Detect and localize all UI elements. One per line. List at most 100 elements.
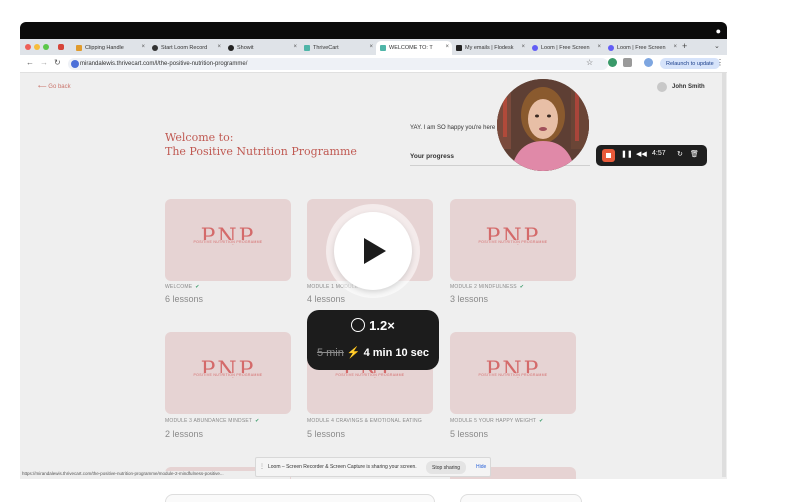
module-label-text: WELCOME (165, 284, 193, 290)
tab-loom-2[interactable]: Loom | Free Screen × (604, 41, 680, 55)
tab-close-icon[interactable]: × (369, 44, 373, 50)
module-label-text: MODULE 3 ABUNDANCE MINDSET (165, 418, 253, 424)
background-card (165, 494, 435, 502)
site-info-icon[interactable] (71, 60, 79, 68)
tab-close-icon[interactable]: × (141, 44, 145, 50)
tab-favicon-icon (456, 45, 462, 51)
relaunch-label: Relaunch to update (666, 60, 714, 67)
original-duration: 5 min (316, 347, 344, 359)
tab-start-loom[interactable]: Start Loom Record × (148, 41, 224, 55)
lesson-count: 5 lessons (450, 429, 489, 439)
restart-icon[interactable]: ↻ (677, 150, 683, 158)
tab-bar: Clipping Handle × Start Loom Record × Sh… (20, 39, 727, 55)
module-card-5[interactable]: PNP POSITIVE NUTRITION PROGRAMME (450, 332, 576, 414)
minimize-window-button[interactable] (34, 44, 40, 50)
drag-handle-icon[interactable]: ⋮ (259, 463, 265, 470)
profile-avatar-icon[interactable] (644, 58, 653, 67)
page-scrollbar[interactable] (722, 72, 726, 477)
trash-icon[interactable]: 🗑 (690, 150, 699, 158)
new-tab-icon[interactable]: + (682, 41, 687, 51)
tab-label: Loom | Free Screen (617, 45, 666, 51)
stop-recording-button[interactable] (602, 149, 615, 162)
tab-clipping-handle[interactable]: Clipping Handle × (72, 41, 148, 55)
tab-favicon-icon (304, 45, 310, 51)
lightning-icon: ⚡ (346, 347, 361, 359)
reload-icon[interactable]: ↻ (54, 58, 61, 67)
bookmark-star-icon[interactable]: ☆ (586, 58, 593, 67)
title-line-2: The Positive Nutrition Programme (165, 145, 357, 158)
url-field[interactable]: mirandalewis.thrivecart.com/l/the-positi… (68, 58, 608, 70)
url-text: mirandalewis.thrivecart.com/l/the-positi… (80, 61, 248, 67)
pnp-logo-subtitle: POSITIVE NUTRITION PROGRAMME (165, 373, 291, 377)
maximize-window-button[interactable] (43, 44, 49, 50)
tab-label: My emails | Flodesk (465, 45, 514, 51)
pause-icon[interactable]: ❚❚ (621, 150, 633, 158)
page-title: Welcome to: The Positive Nutrition Progr… (165, 131, 357, 159)
background-card (460, 494, 582, 502)
pnp-logo: PNP (200, 358, 256, 383)
module-card-3[interactable]: PNP POSITIVE NUTRITION PROGRAMME (165, 332, 291, 414)
tab-loom-1[interactable]: Loom | Free Screen × (528, 41, 604, 55)
recording-toolbar: ❚❚ ◀◀ 4:57 ↻ 🗑 (596, 145, 707, 166)
check-icon: ✔ (539, 418, 544, 424)
tab-close-icon[interactable]: × (597, 44, 601, 50)
go-back-link[interactable]: ⟵ Go back (38, 83, 71, 90)
pnp-logo: PNP (200, 225, 256, 250)
play-button[interactable] (334, 212, 412, 290)
screen-share-notification: ⋮ Loom – Screen Recorder & Screen Captur… (255, 457, 491, 477)
module-card-welcome[interactable]: PNP POSITIVE NUTRITION PROGRAMME (165, 199, 291, 281)
stop-sharing-label: Stop sharing (432, 464, 461, 471)
lesson-count: 3 lessons (450, 294, 489, 304)
tab-label: Loom | Free Screen (541, 45, 590, 51)
pnp-logo-subtitle: POSITIVE NUTRITION PROGRAMME (165, 240, 291, 244)
time-saved-row: 5 min ⚡ 4 min 10 sec (307, 346, 439, 359)
tab-label: Showit (237, 45, 254, 51)
hide-link[interactable]: Hide (476, 464, 486, 470)
module-label-text: MODULE 5 YOUR HAPPY WEIGHT (450, 418, 537, 424)
tab-close-icon[interactable]: × (293, 44, 297, 50)
tab-favicon-icon (532, 45, 538, 51)
speed-value: 1.2× (369, 318, 395, 333)
tab-label: WELCOME TO: T (389, 45, 433, 51)
tab-close-icon[interactable]: × (521, 44, 525, 50)
stop-sharing-button[interactable]: Stop sharing (426, 461, 467, 474)
module-card-2[interactable]: PNP POSITIVE NUTRITION PROGRAMME (450, 199, 576, 281)
tab-search-chevron-icon[interactable]: ⌄ (714, 42, 720, 50)
recording-timer: 4:57 (652, 150, 666, 157)
pnp-logo-subtitle: POSITIVE NUTRITION PROGRAMME (307, 373, 433, 377)
tab-flodesk[interactable]: My emails | Flodesk × (452, 41, 528, 55)
relaunch-button[interactable]: Relaunch to update (660, 58, 720, 69)
tab-close-icon[interactable]: × (445, 44, 449, 50)
pnp-logo-subtitle: POSITIVE NUTRITION PROGRAMME (450, 373, 576, 377)
tab-label: Start Loom Record (161, 45, 208, 51)
user-menu[interactable]: John Smith (657, 82, 705, 92)
pnp-logo-subtitle: POSITIVE NUTRITION PROGRAMME (450, 240, 576, 244)
tab-close-icon[interactable]: × (673, 44, 677, 50)
speed-icon (351, 318, 366, 332)
webcam-bubble[interactable] (497, 79, 589, 171)
module-label: MODULE 2 MINDFULNESS ✔ (450, 284, 524, 290)
close-window-button[interactable] (25, 44, 31, 50)
tab-showit[interactable]: Showit × (224, 41, 300, 55)
tab-favicon-icon (76, 45, 82, 51)
tab-close-icon[interactable]: × (217, 44, 221, 50)
more-menu-icon[interactable]: ⋮ (716, 58, 724, 67)
module-label: MODULE 4 CRAVINGS & EMOTIONAL EATING (307, 418, 422, 424)
tab-label: Clipping Handle (85, 45, 124, 51)
title-line-1: Welcome to: (165, 131, 234, 144)
extensions-puzzle-icon[interactable] (623, 58, 632, 67)
rewind-icon[interactable]: ◀◀ (636, 150, 647, 158)
module-label: WELCOME ✔ (165, 284, 200, 290)
check-icon: ✔ (255, 418, 260, 424)
playback-speed-overlay[interactable]: 1.2× 5 min ⚡ 4 min 10 sec (307, 310, 439, 370)
module-label: MODULE 3 ABUNDANCE MINDSET ✔ (165, 418, 260, 424)
tab-thrivecart[interactable]: ThriveCart × (300, 41, 376, 55)
tab-welcome[interactable]: WELCOME TO: T × (376, 41, 452, 55)
back-arrow-icon[interactable]: ← (26, 58, 34, 67)
pinned-tab-icon[interactable] (58, 44, 64, 50)
extension-icon[interactable] (608, 58, 617, 67)
play-icon (364, 238, 386, 264)
lesson-count: 5 lessons (307, 429, 346, 439)
welcome-message: YAY. I am SO happy you're here (410, 125, 496, 131)
forward-arrow-icon[interactable]: → (40, 58, 48, 67)
